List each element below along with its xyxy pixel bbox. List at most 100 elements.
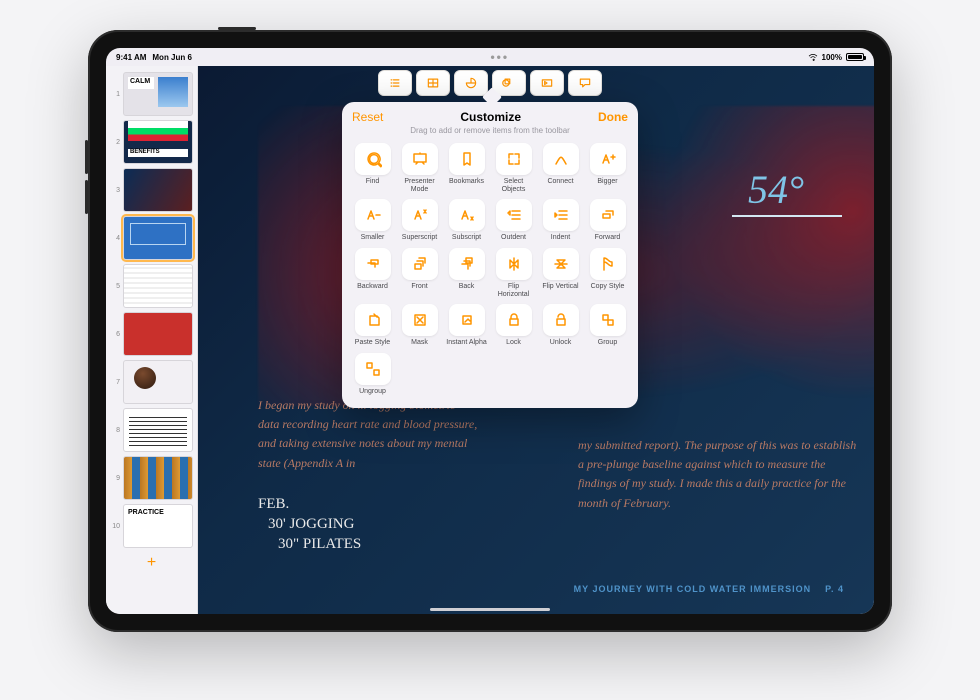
tool-tile-group[interactable]: [590, 304, 626, 336]
tool-backward: Backward: [352, 248, 393, 298]
tool-tile-backward[interactable]: [355, 248, 391, 280]
tool-indent: Indent: [540, 199, 581, 242]
popover-title: Customize: [460, 110, 521, 124]
bigger-icon: [599, 150, 617, 168]
fliph-icon: [505, 255, 523, 273]
tool-bookmarks: Bookmarks: [446, 143, 487, 193]
tool-connect: Connect: [540, 143, 581, 193]
volume-down-button[interactable]: [85, 180, 88, 214]
tool-tile-unlock[interactable]: [543, 304, 579, 336]
tool-tile-alpha[interactable]: [449, 304, 485, 336]
flipv-icon: [552, 255, 570, 273]
status-bar: 9:41 AM Mon Jun 6 ••• 100%: [106, 48, 874, 66]
tool-tile-copystyle[interactable]: [590, 248, 626, 280]
connect-icon: [552, 150, 570, 168]
tool-tile-subscript[interactable]: [449, 199, 485, 231]
tool-label-back: Back: [459, 283, 475, 291]
tool-label-indent: Indent: [551, 234, 570, 242]
home-indicator[interactable]: [430, 608, 550, 611]
tool-tile-connect[interactable]: [543, 143, 579, 175]
forward-icon: [599, 206, 617, 224]
toolbar-media-button[interactable]: [530, 70, 564, 96]
slide-thumb-10[interactable]: PRACTICE: [123, 504, 193, 548]
unlock-icon: [552, 311, 570, 329]
tool-ungroup: Ungroup: [352, 353, 393, 396]
volume-up-button[interactable]: [85, 140, 88, 174]
screen: 9:41 AM Mon Jun 6 ••• 100% 1CALM 2BENEFI…: [106, 48, 874, 614]
tool-tile-pastestyle[interactable]: [355, 304, 391, 336]
tool-lock: Lock: [493, 304, 534, 347]
tool-label-pastestyle: Paste Style: [355, 339, 390, 347]
tool-label-ungroup: Ungroup: [359, 388, 386, 396]
tool-unlock: Unlock: [540, 304, 581, 347]
add-slide-button[interactable]: +: [110, 554, 193, 572]
toolbar-list-button[interactable]: [378, 70, 412, 96]
power-button[interactable]: [218, 27, 256, 30]
tool-label-bigger: Bigger: [597, 178, 617, 186]
copystyle-icon: [599, 255, 617, 273]
tool-tile-outdent[interactable]: [496, 199, 532, 231]
slide-thumb-9[interactable]: [123, 456, 193, 500]
tool-tile-smaller[interactable]: [355, 199, 391, 231]
slide-navigator[interactable]: 1CALM 2BENEFITS 3 4 5 6 7 8 9 10PRACTICE…: [106, 66, 198, 614]
tool-front: Front: [399, 248, 440, 298]
tool-label-connect: Connect: [547, 178, 573, 186]
tool-label-subscript: Subscript: [452, 234, 481, 242]
tool-copystyle: Copy Style: [587, 248, 628, 298]
indent-icon: [552, 206, 570, 224]
toolbar-table-button[interactable]: [416, 70, 450, 96]
toolbar-chart-button[interactable]: [454, 70, 488, 96]
tool-tile-bookmarks[interactable]: [449, 143, 485, 175]
status-date: Mon Jun 6: [152, 53, 192, 62]
toolbar-items-grid: FindPresenter ModeBookmarksSelect Object…: [352, 143, 628, 396]
tool-tile-presenter[interactable]: [402, 143, 438, 175]
front-icon: [411, 255, 429, 273]
toolbar-comment-button[interactable]: [568, 70, 602, 96]
tool-label-lock: Lock: [506, 339, 521, 347]
select-icon: [505, 150, 523, 168]
tool-tile-select[interactable]: [496, 143, 532, 175]
slide-thumb-6[interactable]: [123, 312, 193, 356]
subscript-icon: [458, 206, 476, 224]
tool-tile-front[interactable]: [402, 248, 438, 280]
tool-label-forward: Forward: [595, 234, 621, 242]
back-icon: [458, 255, 476, 273]
done-button[interactable]: Done: [598, 110, 628, 124]
handwriting-2: 30' JOGGING: [268, 516, 354, 533]
tool-pastestyle: Paste Style: [352, 304, 393, 347]
tool-label-alpha: Instant Alpha: [446, 339, 486, 347]
tool-fliph: Flip Horizontal: [493, 248, 534, 298]
tool-label-flipv: Flip Vertical: [542, 283, 578, 291]
tool-tile-lock[interactable]: [496, 304, 532, 336]
tool-label-fliph: Flip Horizontal: [493, 283, 534, 298]
tool-subscript: Subscript: [446, 199, 487, 242]
slide-thumb-1[interactable]: CALM: [123, 72, 193, 116]
slide-footer: MY JOURNEY WITH COLD WATER IMMERSIONP. 4: [574, 584, 844, 594]
tool-tile-forward[interactable]: [590, 199, 626, 231]
multitask-dots[interactable]: •••: [192, 50, 808, 64]
slide-thumb-2[interactable]: BENEFITS: [123, 120, 193, 164]
ungroup-icon: [364, 360, 382, 378]
tool-tile-find[interactable]: [355, 143, 391, 175]
tool-tile-flipv[interactable]: [543, 248, 579, 280]
tool-tile-back[interactable]: [449, 248, 485, 280]
tool-tile-superscript[interactable]: [402, 199, 438, 231]
slide-thumb-5[interactable]: [123, 264, 193, 308]
slide-thumb-3[interactable]: [123, 168, 193, 212]
popover-subtitle: Drag to add or remove items from the too…: [352, 126, 628, 135]
tool-tile-mask[interactable]: [402, 304, 438, 336]
backward-icon: [364, 255, 382, 273]
reset-button[interactable]: Reset: [352, 110, 383, 124]
outdent-icon: [505, 206, 523, 224]
tool-superscript: Superscript: [399, 199, 440, 242]
tool-back: Back: [446, 248, 487, 298]
slide-thumb-8[interactable]: [123, 408, 193, 452]
tool-tile-indent[interactable]: [543, 199, 579, 231]
tool-bigger: Bigger: [587, 143, 628, 193]
tool-tile-bigger[interactable]: [590, 143, 626, 175]
presenter-icon: [411, 150, 429, 168]
slide-thumb-4[interactable]: [123, 216, 193, 260]
tool-tile-ungroup[interactable]: [355, 353, 391, 385]
slide-thumb-7[interactable]: [123, 360, 193, 404]
tool-tile-fliph[interactable]: [496, 248, 532, 280]
